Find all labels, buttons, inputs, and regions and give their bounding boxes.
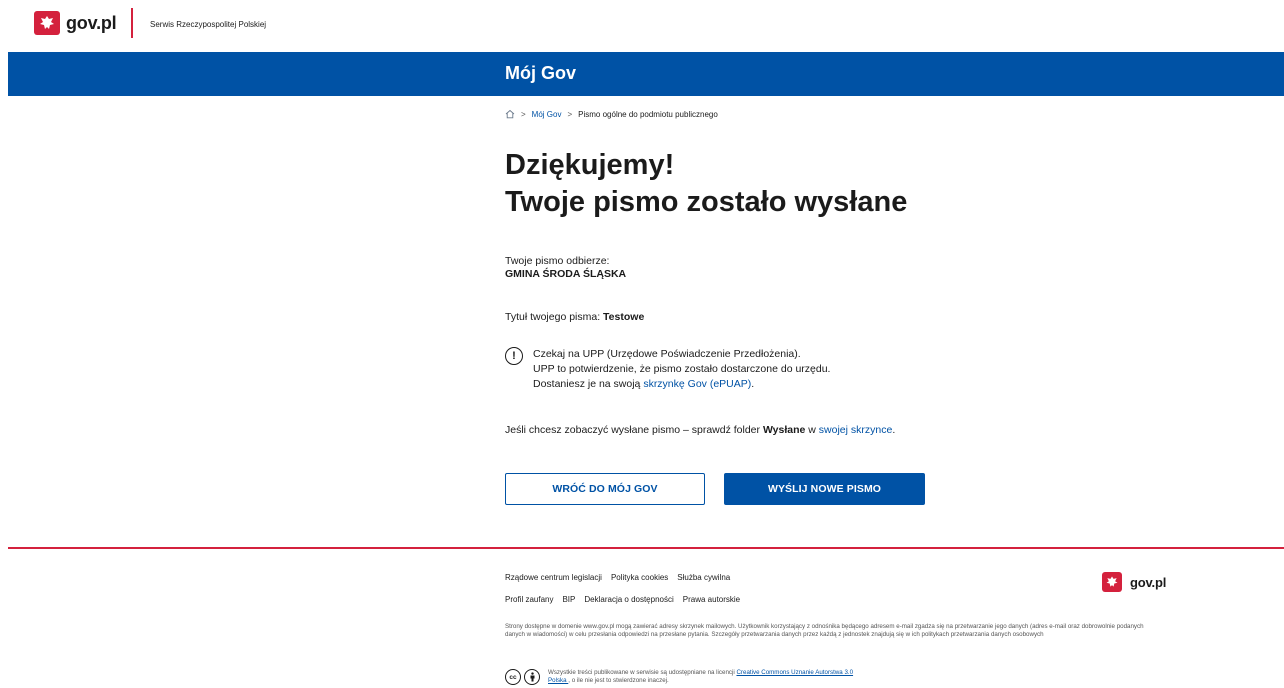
sent-hint-suffix: .	[892, 424, 896, 436]
breadcrumb-current: Pismo ogólne do podmiotu publicznego	[578, 109, 718, 119]
home-icon[interactable]	[505, 109, 515, 119]
footer-logo-text: gov.pl	[1130, 574, 1167, 590]
footer-links-row-1: Rządowe centrum legislacji Polityka cook…	[505, 573, 739, 582]
banner-title[interactable]: Mój Gov	[505, 63, 576, 84]
top-header: gov.pl Serwis Rzeczypospolitej Polskiej	[0, 0, 1284, 52]
exclamation-icon: !	[505, 347, 523, 365]
sent-folder-name: Wysłane	[762, 424, 806, 436]
eagle-emblem-icon	[34, 11, 60, 35]
eagle-emblem-icon	[1102, 572, 1122, 592]
epuap-inbox-link[interactable]: skrzynkę Gov (ePUAP)	[643, 378, 751, 390]
footer-link-rcl[interactable]: Rządowe centrum legislacji	[505, 573, 602, 582]
footer-gov-logo[interactable]: gov.pl	[1102, 572, 1166, 592]
footer-link-cookies[interactable]: Polityka cookies	[611, 573, 668, 582]
recipient-value: GMINA ŚRODA ŚLĄSKA	[505, 268, 627, 280]
footer-links-row-2: Profil zaufany BIP Deklaracja o dostępno…	[505, 595, 749, 604]
breadcrumb: > Mój Gov > Pismo ogólne do podmiotu pub…	[505, 109, 718, 119]
upp-line-2: UPP to potwierdzenie, że pismo zostało d…	[533, 363, 831, 375]
sent-hint-prefix: Jeśli chcesz zobaczyć wysłane pismo – sp…	[505, 424, 763, 436]
license-prefix: Wszystkie treści publikowane w serwisie …	[548, 669, 737, 676]
attribution-person-icon	[524, 669, 540, 685]
upp-line-3: Dostaniesz je na swoją skrzynkę Gov (ePU…	[533, 377, 830, 392]
breadcrumb-separator: >	[567, 109, 573, 119]
upp-notice: ! Czekaj na UPP (Urzędowe Poświadczenie …	[505, 347, 830, 392]
upp-notice-text: Czekaj na UPP (Urzędowe Poświadczenie Pr…	[533, 347, 830, 392]
license-suffix: , o ile nie jest to stwierdzone inaczej.	[568, 677, 669, 684]
page-title-line1: Dziękujemy!	[505, 149, 675, 181]
license-block: cc Wszystkie treści publikowane w serwis…	[505, 669, 868, 685]
license-text: Wszystkie treści publikowane w serwisie …	[548, 669, 868, 685]
letter-title-value: Testowe	[603, 311, 645, 323]
sent-hint-mid: w	[805, 424, 819, 436]
breadcrumb-separator: >	[521, 109, 526, 119]
creative-commons-icon: cc	[505, 669, 521, 685]
recipient-block: Twoje pismo odbierze: GMINA ŚRODA ŚLĄSKA	[505, 255, 626, 281]
inbox-link[interactable]: swojej skrzynce	[819, 424, 893, 436]
footer-link-accessibility[interactable]: Deklaracja o dostępności	[584, 595, 673, 604]
footer-divider	[8, 547, 1284, 549]
service-name: Serwis Rzeczypospolitej Polskiej	[150, 20, 267, 29]
footer-link-trusted-profile[interactable]: Profil zaufany	[505, 595, 553, 604]
upp-line-1: Czekaj na UPP (Urzędowe Poświadczenie Pr…	[533, 348, 801, 360]
send-new-letter-button[interactable]: WYŚLIJ NOWE PISMO	[724, 473, 925, 505]
page-banner: Mój Gov	[8, 52, 1284, 96]
header-divider	[131, 8, 133, 38]
back-to-moj-gov-button[interactable]: WRÓĆ DO MÓJ GOV	[505, 473, 705, 505]
sent-folder-hint: Jeśli chcesz zobaczyć wysłane pismo – sp…	[505, 424, 895, 437]
gov-logo[interactable]: gov.pl	[34, 11, 117, 35]
letter-title-block: Tytuł twojego pisma: Testowe	[505, 311, 644, 324]
page-title: Dziękujemy! Twoje pismo zostało wysłane	[505, 147, 907, 221]
page-title-line2: Twoje pismo zostało wysłane	[505, 186, 908, 218]
upp-line-3-suffix: .	[751, 378, 755, 390]
logo-text: gov.pl	[66, 12, 117, 33]
privacy-notice: Strony dostępne w domenie www.gov.pl mog…	[505, 623, 1144, 639]
upp-line-3-prefix: Dostaniesz je na swoją	[533, 378, 644, 390]
breadcrumb-link-moj-gov[interactable]: Mój Gov	[532, 110, 562, 119]
footer-link-civil-service[interactable]: Służba cywilna	[677, 573, 730, 582]
letter-title-label: Tytuł twojego pisma:	[505, 311, 604, 323]
footer-link-bip[interactable]: BIP	[562, 595, 575, 604]
footer-link-copyright[interactable]: Prawa autorskie	[683, 595, 740, 604]
recipient-label: Twoje pismo odbierze:	[505, 255, 610, 267]
